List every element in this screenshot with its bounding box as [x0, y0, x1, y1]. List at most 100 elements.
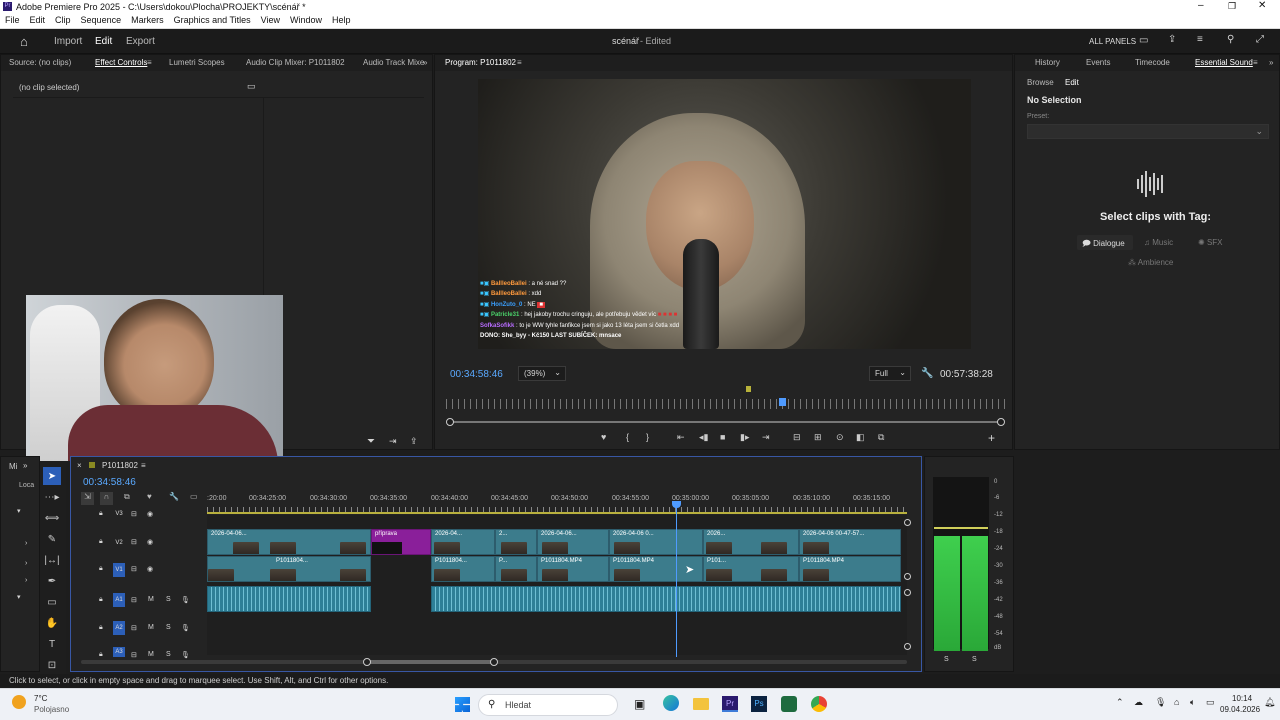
- tabs-overflow-icon[interactable]: »: [423, 58, 427, 67]
- lock-icon[interactable]: 🔒︎: [99, 510, 103, 518]
- slip-icon[interactable]: |↔|: [43, 551, 61, 569]
- overflow-icon[interactable]: »: [23, 461, 27, 470]
- chevron-up-icon[interactable]: ⌃: [1116, 697, 1124, 708]
- a1-audio-clip[interactable]: [431, 586, 901, 612]
- menu-edit[interactable]: Edit: [25, 14, 51, 25]
- row-arrow-icon[interactable]: ▾: [17, 507, 21, 515]
- weather-temp[interactable]: 7°C: [34, 694, 47, 703]
- tag-dialogue-button[interactable]: 🗩 Dialogue: [1077, 235, 1133, 250]
- timeline-ruler[interactable]: :20:00 00:34:25:00 00:34:30:00 00:34:35:…: [207, 493, 907, 515]
- timeline-timecode[interactable]: 00:34:58:46: [83, 477, 136, 488]
- loop-icon[interactable]: ⇥: [389, 436, 397, 447]
- clock-date[interactable]: 09.04.2026: [1220, 705, 1260, 714]
- mic-icon[interactable]: 🎙︎: [181, 624, 190, 632]
- add-marker-icon[interactable]: ♥: [147, 492, 152, 501]
- row-arrow-icon[interactable]: ▾: [17, 593, 21, 601]
- program-playhead[interactable]: [779, 398, 786, 406]
- panel-icon[interactable]: ▭: [1139, 35, 1148, 46]
- solo-button[interactable]: S: [166, 651, 171, 658]
- menu-view[interactable]: View: [256, 14, 285, 25]
- sync-icon[interactable]: ⊟: [131, 538, 137, 546]
- menu-icon[interactable]: ≡: [1197, 34, 1203, 45]
- trim-icon[interactable]: ⧉: [878, 432, 884, 443]
- tray-app-icon[interactable]: ☁: [1134, 697, 1143, 708]
- mute-button[interactable]: M: [148, 651, 154, 658]
- share-icon[interactable]: ⇪: [1168, 34, 1176, 45]
- v-scroll-handle[interactable]: [904, 519, 911, 526]
- tab-effect-controls[interactable]: Effect Controls: [95, 58, 147, 67]
- weather-desc[interactable]: Polojasno: [34, 705, 69, 714]
- v-scroll-handle[interactable]: [904, 589, 911, 596]
- sync-icon[interactable]: ⊟: [131, 596, 137, 604]
- home-icon[interactable]: ⌂: [20, 34, 28, 49]
- edge-icon[interactable]: [663, 695, 679, 711]
- menu-window[interactable]: Window: [285, 14, 327, 25]
- program-ruler[interactable]: [446, 399, 1005, 409]
- go-to-in-icon[interactable]: ⇤: [677, 432, 685, 443]
- file-explorer-icon[interactable]: [693, 698, 709, 710]
- sequence-menu-icon[interactable]: ≡: [141, 461, 146, 470]
- v1-clip[interactable]: P1011804.MP4: [537, 556, 609, 582]
- menu-file[interactable]: File: [0, 14, 25, 25]
- taskbar-search[interactable]: ⚲ Hledat: [478, 694, 618, 716]
- v1-clip[interactable]: P101...: [703, 556, 799, 582]
- track-v2-label[interactable]: V2: [113, 536, 125, 550]
- export-tab[interactable]: Export: [126, 36, 155, 47]
- zoom-handle-left[interactable]: [446, 418, 454, 426]
- solo-left-button[interactable]: S: [944, 656, 949, 663]
- captions-icon[interactable]: ▭: [190, 492, 198, 501]
- sync-icon[interactable]: ⊟: [131, 651, 137, 659]
- tag-sfx-button[interactable]: ✺ SFX: [1193, 235, 1233, 250]
- weather-icon[interactable]: [12, 695, 26, 709]
- loc-field[interactable]: Loca: [19, 482, 34, 489]
- v2-clip[interactable]: 2026-04-06...: [207, 529, 371, 555]
- razor-icon[interactable]: ✎: [43, 530, 61, 548]
- comparison-icon[interactable]: ◧: [856, 432, 865, 443]
- all-panels-button[interactable]: ALL PANELS: [1089, 37, 1136, 46]
- ripple-edit-icon[interactable]: ⟺: [43, 509, 61, 527]
- lock-icon[interactable]: 🔒︎: [99, 538, 103, 546]
- caption-icon[interactable]: ⊡: [43, 656, 61, 674]
- program-video-frame[interactable]: ■▣ BallleoBallei : a né snad ?? ■▣ Balll…: [478, 79, 971, 349]
- sync-icon[interactable]: ⊟: [131, 510, 137, 518]
- timeline-playhead[interactable]: [676, 501, 677, 657]
- v-scroll-handle[interactable]: [904, 643, 911, 650]
- scroll-handle-left[interactable]: [363, 658, 371, 666]
- program-timecode[interactable]: 00:34:58:46: [450, 369, 503, 380]
- search-icon[interactable]: ⚲: [1227, 34, 1234, 45]
- tab-lumetri-scopes[interactable]: Lumetri Scopes: [169, 58, 225, 67]
- playhead-handle[interactable]: [672, 501, 681, 508]
- eye-icon[interactable]: ◉: [147, 510, 153, 518]
- program-menu-icon[interactable]: ≡: [517, 58, 522, 67]
- snap-icon[interactable]: ∩: [100, 492, 113, 505]
- volume-icon[interactable]: 🔈︎: [1190, 697, 1195, 708]
- tab-menu-icon[interactable]: ≡: [147, 58, 152, 67]
- wrench-icon[interactable]: 🔧: [921, 368, 933, 379]
- eye-icon[interactable]: ◉: [147, 538, 153, 546]
- chrome-taskbar-icon[interactable]: [811, 696, 827, 712]
- timeline-h-scrollbar[interactable]: [81, 658, 907, 666]
- app-taskbar-icon[interactable]: [781, 696, 797, 712]
- subtab-browse[interactable]: Browse: [1027, 78, 1054, 87]
- v1-clip[interactable]: P1011804...: [431, 556, 495, 582]
- v2-clip-priprava[interactable]: příprava: [371, 529, 431, 555]
- task-view-icon[interactable]: ▣: [634, 697, 645, 711]
- nest-icon[interactable]: ⇲: [81, 492, 94, 505]
- tab-timecode[interactable]: Timecode: [1135, 58, 1170, 67]
- tag-ambience-button[interactable]: ⁂ Ambience: [1123, 255, 1185, 270]
- row-arrow-icon[interactable]: ›: [25, 577, 27, 584]
- v2-clip[interactable]: 2026-04...: [431, 529, 495, 555]
- scroll-thumb[interactable]: [367, 660, 495, 664]
- solo-button[interactable]: S: [166, 624, 171, 631]
- zoom-handle-right[interactable]: [997, 418, 1005, 426]
- type-icon[interactable]: T: [43, 635, 61, 653]
- v2-clip[interactable]: 2026-04-06 0...: [609, 529, 703, 555]
- mute-button[interactable]: M: [148, 596, 154, 603]
- tag-music-button[interactable]: ♫ Music: [1139, 235, 1185, 250]
- work-area-bar[interactable]: [207, 512, 907, 514]
- track-a3-label[interactable]: A3: [113, 647, 125, 657]
- maximize-icon[interactable]: ❐: [1228, 1, 1236, 12]
- import-tab[interactable]: Import: [54, 36, 82, 47]
- settings-wrench-icon[interactable]: 🔧: [169, 492, 179, 501]
- menu-graphics[interactable]: Graphics and Titles: [169, 14, 256, 25]
